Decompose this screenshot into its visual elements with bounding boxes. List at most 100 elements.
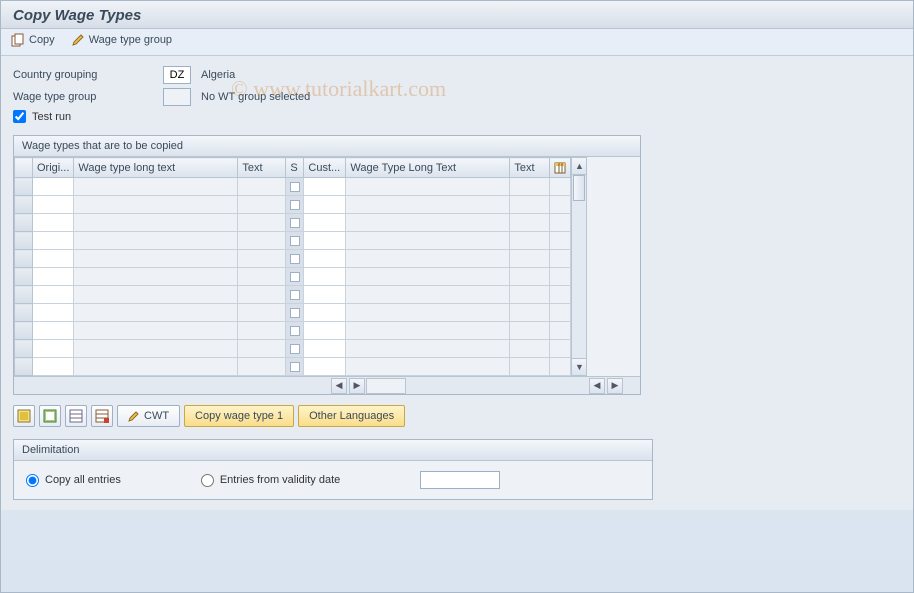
cell-s[interactable]	[286, 232, 304, 250]
table-row[interactable]	[15, 232, 571, 250]
vertical-scrollbar[interactable]: ▲ ▼	[571, 157, 587, 376]
cell-text-1[interactable]	[238, 268, 286, 286]
cell-custom[interactable]	[304, 286, 346, 304]
cell-original[interactable]	[33, 340, 74, 358]
cell-text-1[interactable]	[238, 322, 286, 340]
scroll-up-button[interactable]: ▲	[571, 157, 587, 175]
cell-original[interactable]	[33, 322, 74, 340]
row-selector[interactable]	[15, 286, 33, 304]
cell-text-2[interactable]	[510, 286, 550, 304]
cell-custom[interactable]	[304, 340, 346, 358]
wage-type-group-input[interactable]	[163, 88, 191, 106]
copy-toolbar-button[interactable]: Copy	[11, 33, 55, 47]
cell-long-text-2[interactable]	[346, 232, 510, 250]
hscroll-track-1[interactable]	[366, 378, 406, 394]
cell-original[interactable]	[33, 358, 74, 376]
cell-custom[interactable]	[304, 304, 346, 322]
table-row[interactable]	[15, 268, 571, 286]
scroll-thumb[interactable]	[573, 175, 585, 201]
row-selector[interactable]	[15, 196, 33, 214]
col-selector[interactable]	[15, 158, 33, 178]
table-row[interactable]	[15, 286, 571, 304]
cell-long-text-1[interactable]	[74, 304, 238, 322]
hscroll-left-group[interactable]: ◀ ▶	[330, 377, 406, 394]
cell-long-text-2[interactable]	[346, 340, 510, 358]
row-selector[interactable]	[15, 358, 33, 376]
table-row[interactable]	[15, 304, 571, 322]
row-selector[interactable]	[15, 340, 33, 358]
grid-button-2[interactable]	[91, 405, 113, 427]
cell-original[interactable]	[33, 250, 74, 268]
col-wage-type-long-text-2[interactable]: Wage Type Long Text	[346, 158, 510, 178]
cell-long-text-1[interactable]	[74, 232, 238, 250]
cell-original[interactable]	[33, 214, 74, 232]
cell-custom[interactable]	[304, 358, 346, 376]
cell-s[interactable]	[286, 304, 304, 322]
cell-s[interactable]	[286, 178, 304, 196]
wage-type-group-toolbar-button[interactable]: Wage type group	[71, 33, 172, 47]
cell-text-1[interactable]	[238, 232, 286, 250]
cell-text-1[interactable]	[238, 304, 286, 322]
cell-s[interactable]	[286, 196, 304, 214]
cell-s[interactable]	[286, 340, 304, 358]
scroll-down-button[interactable]: ▼	[571, 358, 587, 376]
cell-custom[interactable]	[304, 322, 346, 340]
cell-text-2[interactable]	[510, 232, 550, 250]
table-row[interactable]	[15, 250, 571, 268]
cell-long-text-1[interactable]	[74, 358, 238, 376]
row-selector[interactable]	[15, 322, 33, 340]
col-original[interactable]: Origi...	[33, 158, 74, 178]
cell-long-text-1[interactable]	[74, 196, 238, 214]
cell-text-1[interactable]	[238, 340, 286, 358]
cell-long-text-1[interactable]	[74, 340, 238, 358]
table-settings-button[interactable]	[550, 158, 571, 178]
cell-original[interactable]	[33, 304, 74, 322]
row-selector[interactable]	[15, 268, 33, 286]
cell-text-1[interactable]	[238, 196, 286, 214]
cell-long-text-1[interactable]	[74, 322, 238, 340]
col-s[interactable]: S	[286, 158, 304, 178]
hscroll-right-2[interactable]: ▶	[607, 378, 623, 394]
cell-long-text-1[interactable]	[74, 268, 238, 286]
cell-long-text-1[interactable]	[74, 214, 238, 232]
cell-original[interactable]	[33, 232, 74, 250]
deselect-all-button[interactable]	[39, 405, 61, 427]
col-text-2[interactable]: Text	[510, 158, 550, 178]
copy-all-radio-item[interactable]: Copy all entries	[26, 474, 121, 487]
cell-text-2[interactable]	[510, 214, 550, 232]
table-row[interactable]	[15, 214, 571, 232]
col-custom[interactable]: Cust...	[304, 158, 346, 178]
validity-date-input[interactable]	[420, 471, 500, 489]
cell-s[interactable]	[286, 214, 304, 232]
table-row[interactable]	[15, 358, 571, 376]
cell-s[interactable]	[286, 268, 304, 286]
cell-long-text-1[interactable]	[74, 178, 238, 196]
table-row[interactable]	[15, 196, 571, 214]
cell-long-text-2[interactable]	[346, 304, 510, 322]
cell-custom[interactable]	[304, 232, 346, 250]
entries-from-radio-item[interactable]: Entries from validity date	[201, 474, 340, 487]
row-selector[interactable]	[15, 304, 33, 322]
cell-custom[interactable]	[304, 250, 346, 268]
cell-s[interactable]	[286, 322, 304, 340]
cwt-button[interactable]: CWT	[117, 405, 180, 427]
cell-text-2[interactable]	[510, 304, 550, 322]
hscroll-right-1[interactable]: ▶	[349, 378, 365, 394]
table-row[interactable]	[15, 178, 571, 196]
cell-long-text-2[interactable]	[346, 196, 510, 214]
row-selector[interactable]	[15, 214, 33, 232]
hscroll-right-group[interactable]: ◀ ▶	[588, 377, 624, 394]
cell-long-text-2[interactable]	[346, 214, 510, 232]
scroll-track[interactable]	[571, 175, 587, 358]
cell-long-text-2[interactable]	[346, 286, 510, 304]
row-selector[interactable]	[15, 178, 33, 196]
cell-text-2[interactable]	[510, 340, 550, 358]
cell-text-1[interactable]	[238, 286, 286, 304]
cell-text-1[interactable]	[238, 250, 286, 268]
table-row[interactable]	[15, 340, 571, 358]
hscroll-left-1[interactable]: ◀	[331, 378, 347, 394]
cell-s[interactable]	[286, 286, 304, 304]
cell-original[interactable]	[33, 268, 74, 286]
cell-text-2[interactable]	[510, 196, 550, 214]
cell-long-text-1[interactable]	[74, 286, 238, 304]
